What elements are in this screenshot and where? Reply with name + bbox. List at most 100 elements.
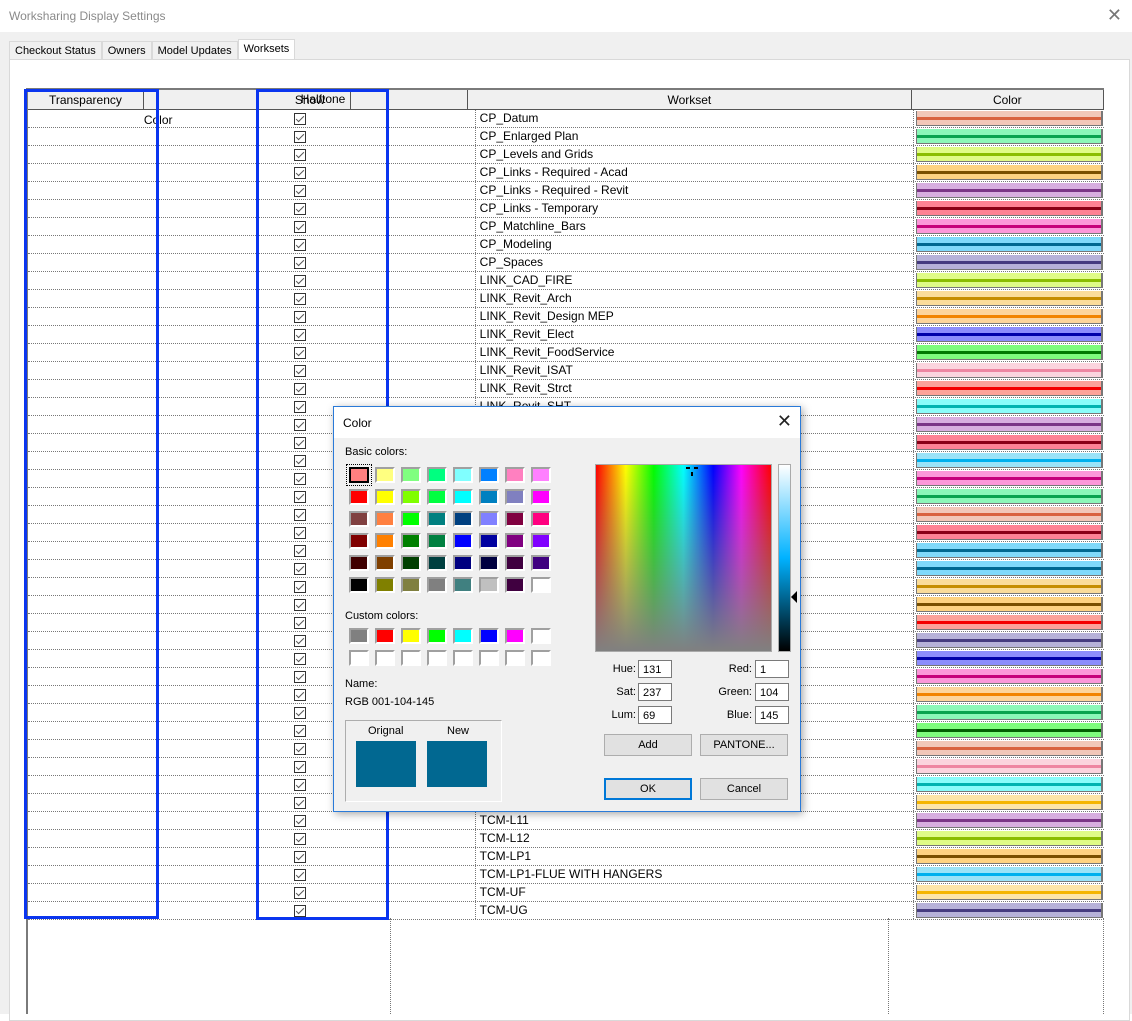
- show-color-checkbox[interactable]: [294, 706, 307, 719]
- custom-color-swatch[interactable]: [453, 628, 473, 644]
- transparency-cell[interactable]: [28, 884, 142, 901]
- transparency-cell[interactable]: [28, 434, 142, 451]
- color-cell[interactable]: [913, 308, 1104, 325]
- transparency-cell[interactable]: [28, 776, 142, 793]
- table-row[interactable]: TCM-LP1: [28, 848, 1104, 866]
- basic-color-swatch[interactable]: [505, 467, 525, 483]
- basic-color-swatch[interactable]: [427, 511, 447, 527]
- basic-color-swatch[interactable]: [349, 555, 369, 571]
- transparency-cell[interactable]: [28, 164, 142, 181]
- halftone-cell[interactable]: [359, 326, 475, 343]
- halftone-cell[interactable]: [359, 200, 475, 217]
- show-color-checkbox[interactable]: [294, 904, 307, 917]
- sat-input[interactable]: 237: [638, 683, 672, 701]
- transparency-cell[interactable]: [28, 506, 142, 523]
- basic-color-swatch[interactable]: [401, 489, 421, 505]
- show-color-checkbox[interactable]: [294, 274, 307, 287]
- color-cell[interactable]: [913, 830, 1104, 847]
- custom-color-swatch[interactable]: [375, 628, 395, 644]
- color-cell[interactable]: [913, 686, 1104, 703]
- color-cell[interactable]: [913, 812, 1104, 829]
- color-swatch[interactable]: [916, 561, 1103, 576]
- transparency-cell[interactable]: [28, 470, 142, 487]
- transparency-cell[interactable]: [28, 254, 142, 271]
- show-color-checkbox[interactable]: [294, 454, 307, 467]
- color-cell[interactable]: [913, 434, 1104, 451]
- color-cell[interactable]: [913, 560, 1104, 577]
- transparency-cell[interactable]: [28, 362, 142, 379]
- show-color-checkbox[interactable]: [294, 112, 307, 125]
- color-swatch[interactable]: [916, 273, 1103, 288]
- color-swatch[interactable]: [916, 309, 1103, 324]
- basic-color-swatch[interactable]: [479, 489, 499, 505]
- basic-color-swatch[interactable]: [375, 577, 395, 593]
- color-cell[interactable]: [913, 200, 1104, 217]
- transparency-cell[interactable]: [28, 416, 142, 433]
- halftone-cell[interactable]: [359, 236, 475, 253]
- show-color-checkbox[interactable]: [294, 688, 307, 701]
- color-swatch[interactable]: [916, 363, 1103, 378]
- header-workset[interactable]: Workset: [468, 90, 912, 110]
- transparency-cell[interactable]: [28, 290, 142, 307]
- basic-color-swatch[interactable]: [505, 533, 525, 549]
- transparency-cell[interactable]: [28, 380, 142, 397]
- color-cell[interactable]: [913, 758, 1104, 775]
- table-row[interactable]: CP_Modeling: [28, 236, 1104, 254]
- color-cell[interactable]: [913, 488, 1104, 505]
- show-color-checkbox[interactable]: [294, 292, 307, 305]
- custom-color-swatch[interactable]: [375, 650, 395, 666]
- basic-color-swatch[interactable]: [427, 577, 447, 593]
- color-swatch[interactable]: [916, 633, 1103, 648]
- color-swatch[interactable]: [916, 525, 1103, 540]
- transparency-cell[interactable]: [28, 722, 142, 739]
- halftone-cell[interactable]: [359, 182, 475, 199]
- ok-button[interactable]: OK: [604, 778, 692, 800]
- show-color-checkbox[interactable]: [294, 886, 307, 899]
- show-color-checkbox[interactable]: [294, 238, 307, 251]
- show-color-checkbox[interactable]: [294, 598, 307, 611]
- table-row[interactable]: CP_Links - Required - Acad: [28, 164, 1104, 182]
- show-color-checkbox[interactable]: [294, 310, 307, 323]
- luminance-slider[interactable]: [778, 464, 791, 652]
- show-color-checkbox[interactable]: [294, 220, 307, 233]
- color-cell[interactable]: [913, 794, 1104, 811]
- basic-color-swatch[interactable]: [479, 511, 499, 527]
- color-swatch[interactable]: [916, 219, 1103, 234]
- custom-color-swatch[interactable]: [505, 650, 525, 666]
- lum-input[interactable]: 69: [638, 706, 672, 724]
- halftone-cell[interactable]: [359, 272, 475, 289]
- show-color-checkbox[interactable]: [294, 760, 307, 773]
- show-color-checkbox[interactable]: [294, 544, 307, 557]
- custom-color-swatch[interactable]: [531, 628, 551, 644]
- color-cell[interactable]: [913, 254, 1104, 271]
- transparency-cell[interactable]: [28, 632, 142, 649]
- color-cell[interactable]: [913, 452, 1104, 469]
- halftone-cell[interactable]: [359, 146, 475, 163]
- show-color-checkbox[interactable]: [294, 670, 307, 683]
- show-color-checkbox[interactable]: [294, 580, 307, 593]
- color-swatch[interactable]: [916, 651, 1103, 666]
- table-row[interactable]: CP_Matchline_Bars: [28, 218, 1104, 236]
- show-color-checkbox[interactable]: [294, 436, 307, 449]
- color-swatch[interactable]: [916, 183, 1103, 198]
- show-color-checkbox[interactable]: [294, 130, 307, 143]
- color-cell[interactable]: [913, 326, 1104, 343]
- transparency-cell[interactable]: [28, 758, 142, 775]
- transparency-cell[interactable]: [28, 902, 142, 919]
- color-swatch[interactable]: [916, 885, 1103, 900]
- tab-worksets[interactable]: Worksets: [237, 39, 296, 60]
- show-color-checkbox[interactable]: [294, 796, 307, 809]
- halftone-cell[interactable]: [359, 290, 475, 307]
- basic-color-swatch[interactable]: [427, 489, 447, 505]
- basic-color-swatch[interactable]: [505, 555, 525, 571]
- basic-color-swatch[interactable]: [505, 489, 525, 505]
- green-input[interactable]: 104: [755, 683, 789, 701]
- color-cell[interactable]: [913, 380, 1104, 397]
- color-swatch[interactable]: [916, 129, 1103, 144]
- halftone-cell[interactable]: [359, 380, 475, 397]
- custom-color-swatch[interactable]: [349, 650, 369, 666]
- show-color-checkbox[interactable]: [294, 490, 307, 503]
- basic-color-swatch[interactable]: [531, 511, 551, 527]
- transparency-cell[interactable]: [28, 794, 142, 811]
- table-row[interactable]: CP_Levels and Grids: [28, 146, 1104, 164]
